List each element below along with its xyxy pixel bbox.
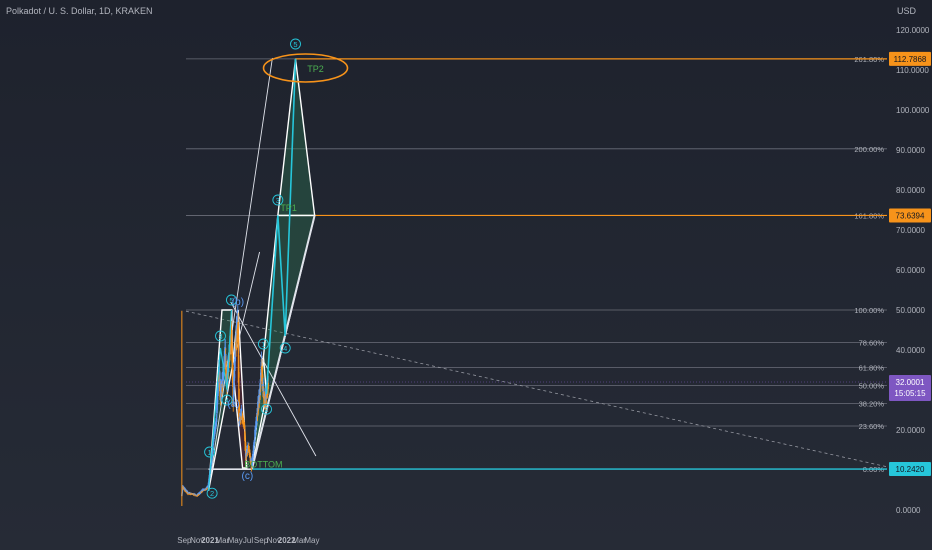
fib-label: 100.00% [854, 306, 884, 315]
price-candle [243, 426, 246, 427]
y-tick-label: 90.0000 [896, 146, 925, 155]
y-tick-label: 60.0000 [896, 266, 925, 275]
chart-area: Polkadot / U. S. Dollar, 1D, KRAKEN USD … [0, 0, 932, 550]
wave-label: 2 [210, 489, 214, 498]
y-tick-label: 50.0000 [896, 306, 925, 315]
tp2-label: TP2 [307, 64, 324, 74]
dashed-trend-line [185, 310, 888, 468]
wave-label: 4 [283, 344, 287, 353]
wave-label: 3 [276, 196, 280, 205]
price-badges: 112.7868 73.6394 10.2420 [889, 51, 931, 477]
fib-label: 23.60% [859, 422, 885, 431]
y-tick-label: 80.0000 [896, 186, 925, 195]
x-tick-label: Jul [243, 536, 253, 545]
wave-label: 2 [264, 405, 268, 414]
fib-label: 38.20% [859, 400, 885, 409]
price-candle [215, 418, 218, 422]
wave-label: 1 [261, 340, 265, 349]
wave-label: 1 [207, 448, 211, 457]
wave-label: (a) [227, 399, 239, 410]
price-badge-text: 10.2420 [896, 465, 925, 474]
wave-label: (b) [232, 297, 244, 308]
y-tick-label: 40.0000 [896, 346, 925, 355]
wave-label: (c) [242, 471, 254, 482]
fib-label: 50.00% [859, 382, 885, 391]
tp2-circle [262, 53, 349, 83]
tp1-label: TP1 [280, 203, 297, 213]
price-candle [244, 436, 246, 438]
current-price-text: 32.0001 [896, 378, 925, 387]
x-tick-label: May [304, 536, 319, 545]
fib-label: 200.00% [854, 145, 884, 154]
y-tick-label: 70.0000 [896, 226, 925, 235]
wave-label: 5 [293, 40, 297, 49]
price-candle [237, 372, 240, 378]
y-tick-label: 100.0000 [896, 106, 930, 115]
price-candle [244, 447, 247, 450]
price-badge-text: 112.7868 [894, 55, 927, 64]
price-badge-text: 73.6394 [896, 211, 925, 220]
chart-svg[interactable]: 120.0000110.0000100.000090.000080.000070… [0, 0, 932, 550]
fib-label: 61.80% [859, 364, 885, 373]
y-tick-label: 120.0000 [896, 26, 930, 35]
price-candle [237, 338, 240, 346]
wave-label: 3 [218, 332, 222, 341]
y-tick-label: 0.0000 [896, 506, 921, 515]
x-axis: SepNov2021MarMay Jul SepNov2022MarMay [177, 536, 319, 545]
y-tick-label: 20.0000 [896, 426, 925, 435]
y-axis: 120.0000 110.0000 100.0000 90.0000 80.0000 70… [896, 26, 930, 515]
x-tick-label: May [228, 536, 243, 545]
fib-label: 78.60% [859, 338, 885, 347]
y-tick-label: 110.0000 [896, 66, 929, 75]
bottom-label: BOTTOM [244, 459, 282, 469]
countdown-text: 15:05:15 [894, 389, 926, 398]
